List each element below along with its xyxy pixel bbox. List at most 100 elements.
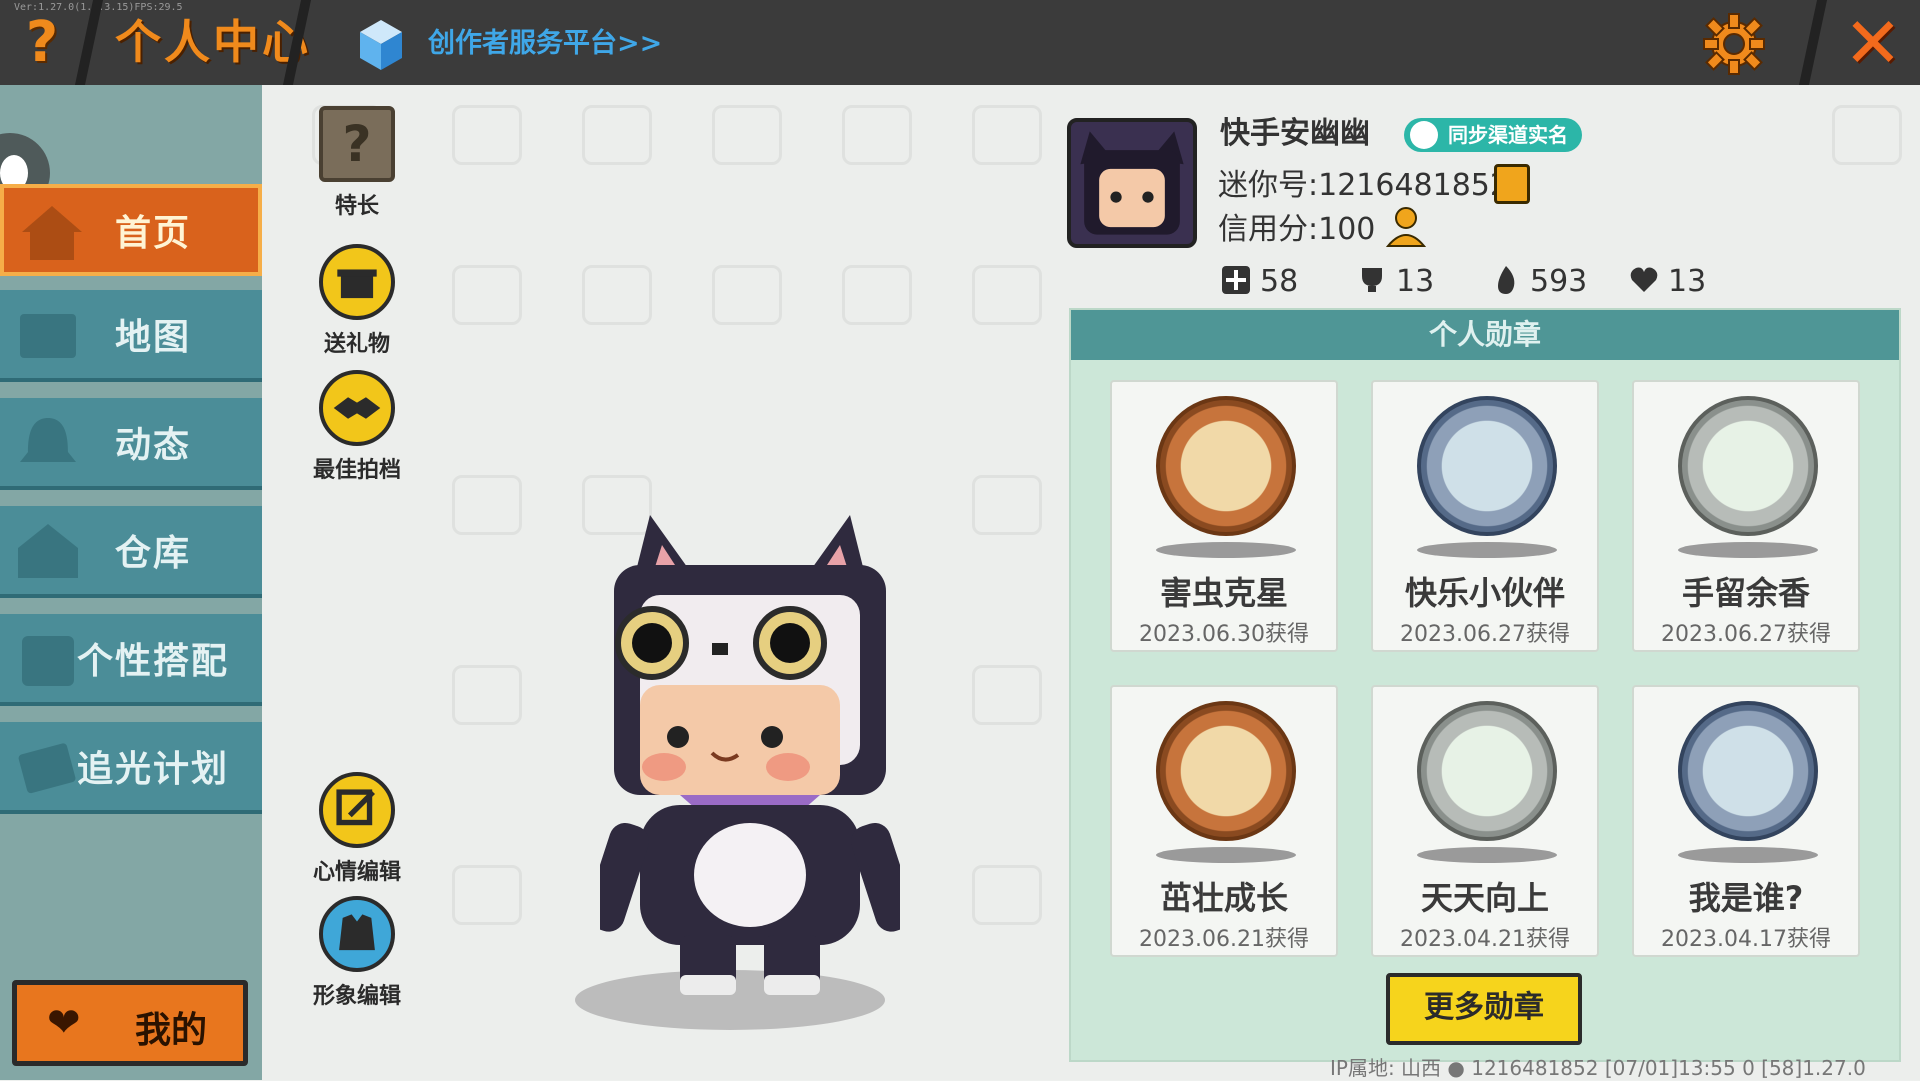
cube-icon[interactable] <box>358 18 404 72</box>
my-button[interactable]: ❤ 我的 <box>12 980 248 1066</box>
specialty-label: 特长 <box>334 194 379 219</box>
profile-avatar[interactable] <box>1067 118 1197 248</box>
medal-card[interactable]: 茁壮成长 2023.06.21获得 <box>1110 685 1338 957</box>
house-icon <box>18 524 78 578</box>
page-title: 个人中心 <box>115 15 311 69</box>
medal-card[interactable]: 害虫克星 2023.06.30获得 <box>1110 380 1338 652</box>
gift-icon <box>319 244 395 320</box>
footer-details: 1216481852 [07/01]13:55 0 [58]1.27.0 <box>1471 1056 1866 1080</box>
background-pattern <box>1832 105 1902 165</box>
medal-date: 2023.06.27获得 <box>1661 622 1831 647</box>
background-pattern <box>842 265 912 325</box>
divider <box>1798 0 1828 85</box>
medal-date: 2023.06.27获得 <box>1400 622 1570 647</box>
sidebar-item-label: 仓库 <box>114 533 191 574</box>
info-icon: ● <box>1447 1056 1465 1080</box>
background-pattern <box>452 865 522 925</box>
sidebar-item-map[interactable]: 地图 <box>0 290 262 382</box>
outfit-icon <box>319 896 395 972</box>
stat-value: 13 <box>1668 264 1707 299</box>
flame-icon <box>1498 266 1515 294</box>
stat-popularity: 593 <box>1490 262 1587 302</box>
mini-id: 迷你号:1216481852 <box>1218 168 1509 203</box>
background-pattern <box>712 105 782 165</box>
heart-icon: ❤ <box>47 1000 81 1046</box>
copy-icon[interactable] <box>1494 164 1530 204</box>
top-bar: Ver:1.27.0(1.2.3.15)FPS:29.5 ? 个人中心 创作者服… <box>0 0 1920 85</box>
medal-name: 天天向上 <box>1420 879 1549 917</box>
background-pattern <box>712 265 782 325</box>
heart-icon <box>1630 267 1658 292</box>
medal-name: 手留余香 <box>1681 574 1810 612</box>
mood-edit-label: 心情编辑 <box>312 860 401 885</box>
mood-edit-button[interactable]: 心情编辑 <box>302 772 412 886</box>
my-button-label: 我的 <box>135 1010 208 1051</box>
stat-value: 58 <box>1260 264 1299 299</box>
wardrobe-icon <box>22 636 74 686</box>
background-pattern <box>452 475 522 535</box>
creator-platform-link[interactable]: 创作者服务平台>> <box>428 24 662 64</box>
medal-name: 害虫克星 <box>1159 574 1288 612</box>
medal-card[interactable]: 快乐小伙伴 2023.06.27获得 <box>1371 380 1599 652</box>
credit-user-icon[interactable] <box>1386 206 1430 248</box>
username: 快手安幽幽 <box>1220 116 1370 151</box>
stat-value: 593 <box>1530 264 1588 299</box>
background-pattern <box>972 865 1042 925</box>
sidebar-item-activity[interactable]: 动态 <box>0 398 262 490</box>
medal-shadow <box>1156 542 1296 558</box>
ip-location: IP属地: 山西 <box>1330 1056 1442 1080</box>
medal-badge-icon <box>1156 396 1296 536</box>
question-box-icon: ? <box>319 106 395 182</box>
sidebar-item-style[interactable]: 个性搭配 <box>0 614 262 706</box>
medal-badge-icon <box>1417 396 1557 536</box>
footer-info: IP属地: 山西 ● 1216481852 [07/01]13:55 0 [58… <box>1330 1052 1866 1081</box>
home-icon <box>22 206 82 260</box>
medal-badge-icon <box>1678 701 1818 841</box>
map-icon <box>20 314 76 358</box>
spotlight-icon <box>18 743 76 794</box>
sidebar-item-spotlight[interactable]: 追光计划 <box>0 722 262 814</box>
realname-badge[interactable]: 同步渠道实名 <box>1404 118 1582 152</box>
medal-name: 快乐小伙伴 <box>1404 574 1565 612</box>
medal-card[interactable]: 天天向上 2023.04.21获得 <box>1371 685 1599 957</box>
medal-shadow <box>1678 847 1818 863</box>
send-gift-button[interactable]: 送礼物 <box>302 244 412 358</box>
sidebar-item-label: 动态 <box>114 425 191 466</box>
sidebar-item-home[interactable]: 首页 <box>0 184 262 276</box>
medal-card[interactable]: 我是谁? 2023.04.17获得 <box>1632 685 1860 957</box>
sidebar-item-label: 首页 <box>114 213 191 254</box>
stat-likes: 58 <box>1220 262 1298 302</box>
medal-name: 茁壮成长 <box>1159 879 1288 917</box>
best-partner-button[interactable]: 最佳拍档 <box>302 370 412 484</box>
close-button[interactable]: ✕ <box>1840 8 1906 78</box>
plus-icon <box>1222 266 1250 294</box>
medal-date: 2023.06.30获得 <box>1139 622 1309 647</box>
medal-name: 我是谁? <box>1688 879 1804 917</box>
stat-hearts: 13 <box>1628 262 1706 302</box>
realname-badge-label: 同步渠道实名 <box>1448 123 1568 147</box>
handshake-icon <box>319 370 395 446</box>
sidebar-item-label: 地图 <box>114 317 191 358</box>
background-pattern <box>842 105 912 165</box>
avatar-edit-label: 形象编辑 <box>312 984 401 1009</box>
medal-date: 2023.06.21获得 <box>1139 927 1309 952</box>
background-pattern <box>452 665 522 725</box>
bell-icon <box>20 418 76 462</box>
medal-card[interactable]: 手留余香 2023.06.27获得 <box>1632 380 1860 652</box>
player-avatar[interactable] <box>600 505 900 1000</box>
gear-icon[interactable] <box>1702 12 1766 76</box>
background-pattern <box>972 105 1042 165</box>
specialty-button[interactable]: ? 特长 <box>302 106 412 220</box>
background-pattern <box>582 105 652 165</box>
avatar-edit-button[interactable]: 形象编辑 <box>302 896 412 1010</box>
more-medals-button[interactable]: 更多勋章 <box>1386 973 1582 1045</box>
medal-date: 2023.04.17获得 <box>1661 927 1831 952</box>
stat-value: 13 <box>1396 264 1435 299</box>
medal-shadow <box>1417 847 1557 863</box>
medal-shadow <box>1678 542 1818 558</box>
medal-date: 2023.04.21获得 <box>1400 927 1570 952</box>
help-button[interactable]: ? <box>12 10 72 75</box>
medal-badge-icon <box>1417 701 1557 841</box>
sidebar-item-warehouse[interactable]: 仓库 <box>0 506 262 598</box>
send-gift-label: 送礼物 <box>323 332 390 357</box>
